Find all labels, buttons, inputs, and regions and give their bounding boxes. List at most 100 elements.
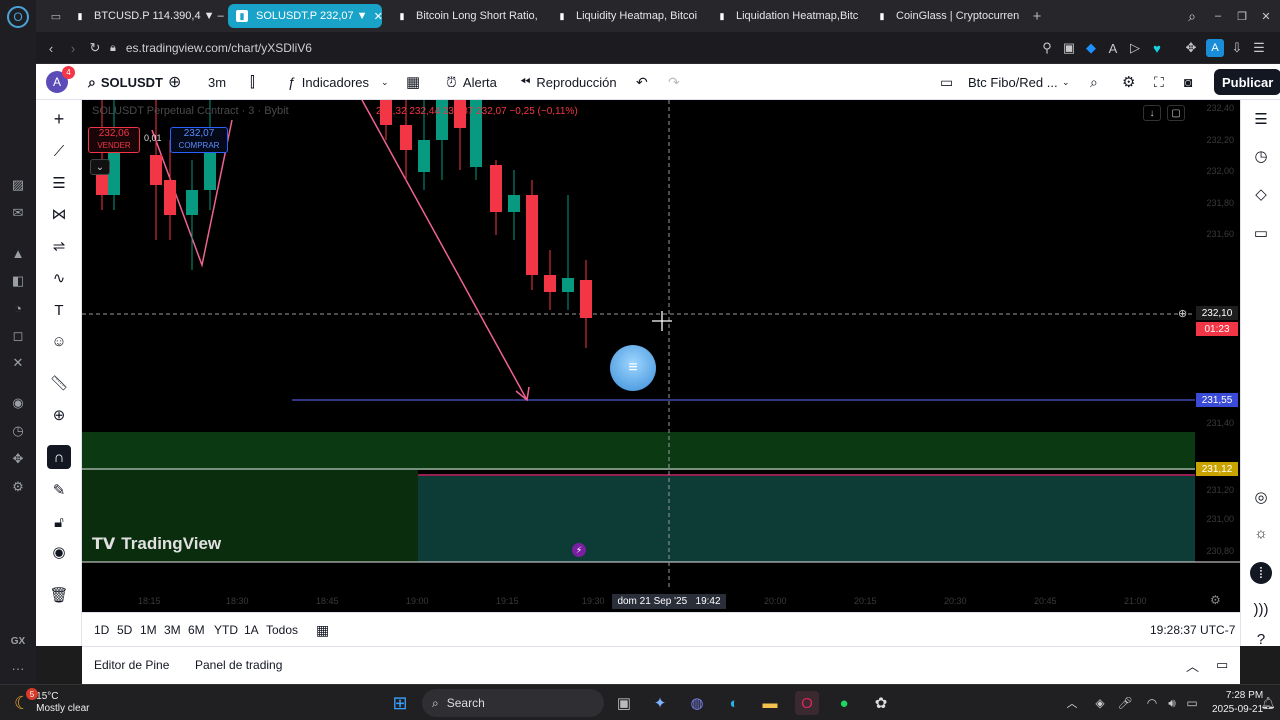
buy-button[interactable]: 232,07 COMPRAR bbox=[170, 127, 228, 153]
redo-icon[interactable]: ↷ bbox=[668, 64, 680, 100]
tab-solusdt[interactable]: ▮ SOLUSDT.P 232,07 ▼ ✕ bbox=[228, 4, 382, 28]
file-explorer-icon[interactable]: ▬ bbox=[758, 691, 782, 715]
publish-button[interactable]: Publicar bbox=[1214, 69, 1280, 95]
instagram-icon[interactable]: ◻ bbox=[8, 326, 28, 346]
task-view-icon[interactable]: ▣ bbox=[612, 691, 636, 715]
windows-start-icon[interactable]: ⊞ bbox=[388, 691, 412, 715]
apps-grid-icon[interactable]: ⁞ bbox=[1250, 562, 1272, 584]
close-window-icon[interactable]: ✕ bbox=[1254, 4, 1278, 28]
text-icon[interactable]: T bbox=[47, 298, 71, 322]
layout-name-button[interactable]: Btc Fibo/Red ... bbox=[968, 64, 1058, 100]
time-axis[interactable]: 18:15 18:30 18:45 19:00 19:15 19:30 20:0… bbox=[82, 590, 1240, 612]
battery-icon[interactable]: ▭ bbox=[1180, 691, 1204, 715]
tab-long-short-ratio[interactable]: ▮ Bitcoin Long Short Ratio, bbox=[388, 4, 540, 28]
aria-icon[interactable]: ▲ bbox=[8, 243, 28, 263]
heart-icon[interactable]: ♥ bbox=[1148, 39, 1166, 57]
range-6m[interactable]: 6M bbox=[188, 613, 205, 647]
forward-icon[interactable]: › bbox=[64, 39, 82, 57]
chatgpt-icon[interactable]: ✿ bbox=[869, 691, 893, 715]
pine-editor-tab[interactable]: Editor de Pine bbox=[94, 647, 169, 683]
price-axis[interactable]: 232,40 232,20 232,00 231,80 231,60 231,4… bbox=[1195, 100, 1240, 590]
emoji-icon[interactable]: ☺ bbox=[47, 329, 71, 353]
symbol-search-button[interactable]: ⌕ SOLUSDT bbox=[88, 64, 163, 100]
security-tray-icon[interactable]: ◈ bbox=[1088, 691, 1112, 715]
fib-retracement-icon[interactable]: ☰ bbox=[47, 171, 71, 195]
fullscreen-icon[interactable]: ⛶ bbox=[1154, 64, 1164, 100]
pin-icon[interactable]: ⚲ bbox=[1038, 39, 1056, 57]
search-tabs-icon[interactable]: ⌕ bbox=[1180, 4, 1204, 28]
undo-icon[interactable]: ↶ bbox=[636, 64, 648, 100]
settings-icon[interactable]: ⚙ bbox=[8, 477, 28, 497]
magnet-icon[interactable]: ∩ bbox=[47, 445, 71, 469]
calendar-icon[interactable]: ▦ bbox=[316, 613, 329, 647]
range-todos[interactable]: Todos bbox=[266, 613, 298, 647]
axis-settings-icon[interactable]: ⚙ bbox=[1210, 593, 1221, 607]
range-5d[interactable]: 5D bbox=[117, 613, 132, 647]
lock-icon[interactable]: 🔓︎ bbox=[47, 510, 71, 534]
range-1m[interactable]: 1M bbox=[140, 613, 157, 647]
camera-icon[interactable]: ◙ bbox=[1184, 64, 1192, 100]
templates-icon[interactable]: ▦ bbox=[406, 64, 420, 100]
reload-icon[interactable]: ↻ bbox=[86, 39, 104, 57]
clock-display[interactable]: 19:28:37 UTC-7 bbox=[1150, 613, 1235, 647]
lock-drawing-icon[interactable]: ✎ bbox=[47, 478, 71, 502]
ruler-icon[interactable]: 📏︎ bbox=[47, 371, 71, 395]
replay-button[interactable]: ⏪︎ Reproducción bbox=[520, 64, 617, 100]
player-icon[interactable]: ◉ bbox=[8, 393, 28, 413]
edge-icon[interactable]: ◐ bbox=[722, 691, 746, 715]
easy-setup-icon[interactable]: ☰ bbox=[1250, 39, 1268, 57]
range-1a[interactable]: 1A bbox=[244, 613, 259, 647]
tab-liquidation-heatmap[interactable]: ▮ Liquidation Heatmap,Bitc bbox=[708, 4, 862, 28]
user-avatar[interactable]: A 4 bbox=[46, 64, 75, 100]
range-ytd[interactable]: YTD bbox=[214, 613, 238, 647]
microphone-icon[interactable]: 🎤︎ bbox=[1113, 691, 1137, 715]
shield-icon[interactable]: ◆ bbox=[1082, 39, 1100, 57]
zoom-in-icon[interactable]: ⊕ bbox=[47, 403, 71, 427]
maximize-panel-icon[interactable]: ▭ bbox=[1216, 647, 1228, 683]
chevron-down-icon[interactable]: ⌄ bbox=[1062, 64, 1070, 100]
taskbar-search[interactable]: ⌕ Search bbox=[422, 689, 604, 717]
back-icon[interactable]: ‹ bbox=[42, 39, 60, 57]
chevron-up-icon[interactable]: ︿ bbox=[1186, 647, 1199, 683]
extensions-icon[interactable]: ✥ bbox=[1182, 39, 1200, 57]
watchlist-icon[interactable]: ☰ bbox=[1250, 108, 1272, 130]
translate-icon[interactable]: A bbox=[1104, 39, 1122, 57]
pattern-icon[interactable]: ⋈ bbox=[47, 202, 71, 226]
chart-pane[interactable]: SOLUSDT Perpetual Contract · 3 · Bybit 2… bbox=[82, 100, 1240, 612]
target-icon[interactable]: ◎ bbox=[1250, 486, 1272, 508]
indicators-button[interactable]: ƒ Indicadores ⌄ bbox=[288, 64, 389, 100]
layers-icon[interactable]: ◇ bbox=[1250, 183, 1272, 205]
tab-menu-icon[interactable]: ▭ bbox=[44, 4, 68, 28]
collapse-legend-icon[interactable]: ⌄ bbox=[90, 159, 110, 175]
toggle-icon[interactable]: ▢ bbox=[1167, 105, 1185, 121]
tab-btcusd[interactable]: ▮ BTCUSD.P 114.390,4 ▼ – bbox=[66, 4, 224, 28]
chat-icon[interactable]: ▭ bbox=[1250, 222, 1272, 244]
x-icon[interactable]: ✕ bbox=[8, 353, 28, 373]
messenger-icon[interactable]: ✉ bbox=[8, 203, 28, 223]
snapshot-icon[interactable]: ▣ bbox=[1060, 39, 1078, 57]
eye-icon[interactable]: ◉ bbox=[47, 540, 71, 564]
twitch-icon[interactable]: ◧ bbox=[8, 271, 28, 291]
add-alert-icon[interactable]: ⊕ bbox=[1178, 307, 1187, 320]
spotify-icon[interactable]: ● bbox=[832, 691, 856, 715]
settings-icon[interactable]: ⚙ bbox=[1122, 64, 1135, 100]
extensions-icon[interactable]: ✥ bbox=[8, 449, 28, 469]
weather-widget[interactable]: ☾ 5 15°C Mostly clear bbox=[14, 688, 90, 715]
trendline-icon[interactable]: ⟋ bbox=[47, 139, 71, 163]
chevron-up-icon[interactable]: ︿ bbox=[1060, 691, 1084, 715]
url-field[interactable]: 🔒︎ es.tradingview.com/chart/yXSDliV6 bbox=[110, 36, 1030, 60]
compare-symbol-icon[interactable]: ⊕ bbox=[168, 64, 181, 100]
crosshair-icon[interactable]: + bbox=[47, 107, 71, 131]
brush-icon[interactable]: ∿ bbox=[47, 266, 71, 290]
teams-icon[interactable]: ◍ bbox=[685, 691, 709, 715]
sell-button[interactable]: 232,06 VENDER bbox=[88, 127, 140, 153]
download-icon[interactable]: ⇩ bbox=[1228, 39, 1246, 57]
chart-type-icon[interactable]: ⫿ bbox=[250, 64, 255, 100]
quick-search-icon[interactable]: ⌕ bbox=[1090, 64, 1098, 100]
position-icon[interactable]: ⇌ bbox=[47, 234, 71, 258]
opera-logo-icon[interactable]: O bbox=[7, 6, 29, 28]
tab-liquidity-heatmap[interactable]: ▮ Liquidity Heatmap, Bitcoi bbox=[548, 4, 702, 28]
maximize-window-icon[interactable]: ❐ bbox=[1230, 4, 1254, 28]
notifications-icon[interactable]: 🔔︎ bbox=[1256, 691, 1280, 715]
trading-panel-tab[interactable]: Panel de trading bbox=[195, 647, 282, 683]
